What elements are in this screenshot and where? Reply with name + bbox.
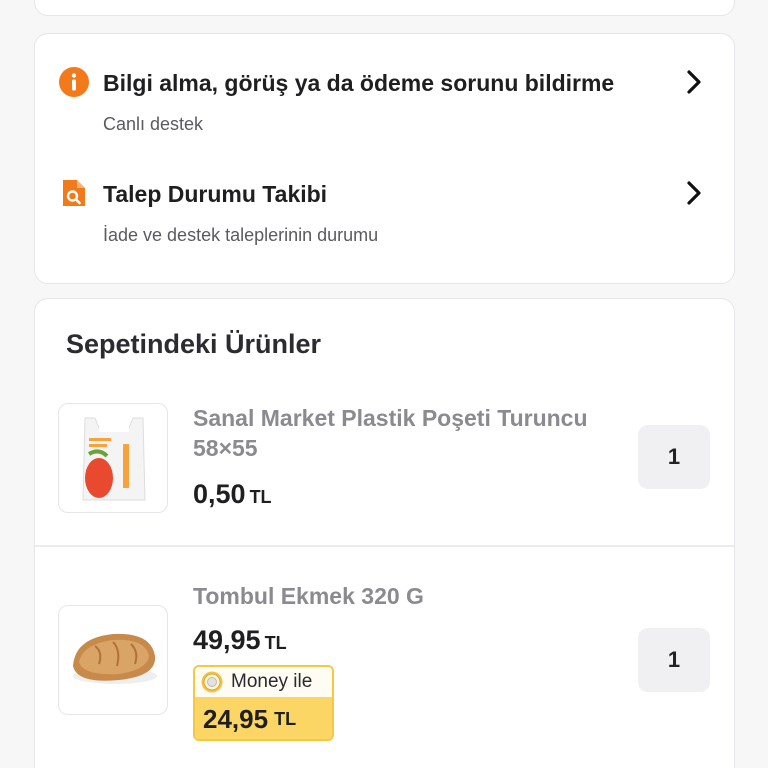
product-name[interactable]: Sanal Market Plastik Poşeti Turuncu 58×5… <box>193 403 593 463</box>
bread-image <box>73 633 157 684</box>
money-price-badge: Money ile 24,95 TL <box>193 665 334 741</box>
info-icon <box>59 67 89 97</box>
money-coin-icon <box>201 671 223 693</box>
product-image-bread[interactable] <box>58 605 168 715</box>
document-search-icon <box>63 180 85 206</box>
product-image-plastic-bag[interactable] <box>58 403 168 513</box>
price-currency: TL <box>264 633 287 653</box>
support-item-title: Bilgi alma, görüş ya da ödeme sorunu bil… <box>103 70 615 96</box>
product-name[interactable]: Tombul Ekmek 320 G <box>193 581 593 611</box>
previous-card <box>34 0 735 16</box>
price-value: 0,50 <box>193 479 246 509</box>
product-price: 0,50 TL <box>193 479 272 510</box>
plastic-bag-image <box>82 417 146 501</box>
money-label-row: Money ile <box>195 667 332 697</box>
support-card: Bilgi alma, görüş ya da ödeme sorunu bil… <box>34 33 735 284</box>
money-label: Money ile <box>231 671 313 692</box>
cart-items-card: Sepetindeki Ürünler Sanal Market Plastik… <box>34 298 735 768</box>
support-item-subtitle: İade ve destek taleplerinin durumu <box>103 225 379 245</box>
price-value: 49,95 <box>193 625 261 655</box>
chevron-right-icon[interactable] <box>682 68 706 96</box>
price-currency: TL <box>249 487 272 507</box>
support-item-subtitle: Canlı destek <box>103 114 204 134</box>
product-price: 49,95 TL <box>193 625 287 656</box>
chevron-right-icon[interactable] <box>682 179 706 207</box>
support-item-title: Talep Durumu Takibi <box>103 181 328 207</box>
money-price-value: 24,95 <box>203 703 269 734</box>
money-price: 24,95 TL <box>195 697 332 739</box>
item-divider <box>35 545 734 547</box>
quantity-selector[interactable]: 1 <box>638 425 710 489</box>
cart-title: Sepetindeki Ürünler <box>66 329 322 359</box>
quantity-selector[interactable]: 1 <box>638 628 710 692</box>
money-price-currency: TL <box>274 708 297 729</box>
